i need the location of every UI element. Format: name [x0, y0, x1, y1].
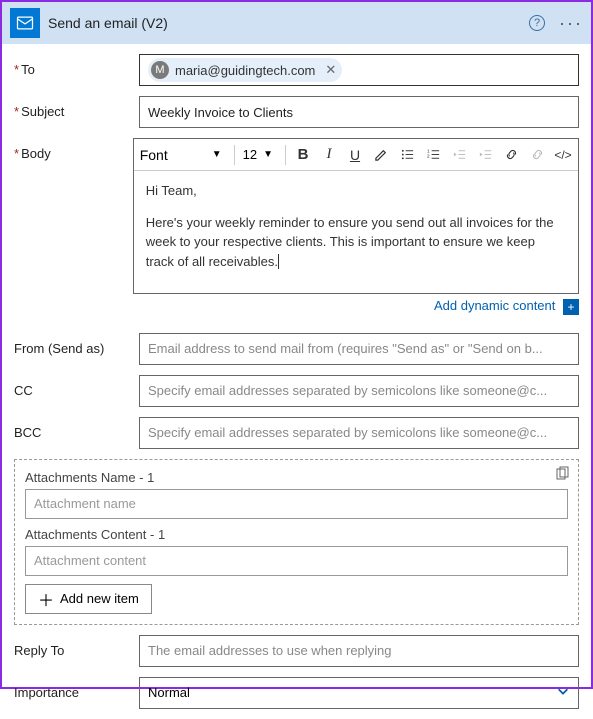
outlook-icon [10, 8, 40, 38]
plus-icon: ＋ [38, 587, 54, 611]
to-label: To [14, 54, 139, 77]
avatar: M [151, 61, 169, 79]
add-new-item-button[interactable]: ＋Add new item [25, 584, 152, 614]
bcc-input[interactable] [139, 417, 579, 449]
rte-toolbar: Font ▼ 12 ▼ B I U 12 </> [134, 139, 578, 171]
code-view-icon[interactable]: </> [552, 143, 574, 167]
unlink-icon[interactable] [526, 143, 548, 167]
chevron-down-icon [556, 684, 570, 701]
cc-label: CC [14, 375, 139, 398]
recipient-chip[interactable]: M maria@guidingtech.com ✕ [148, 58, 342, 82]
add-dynamic-content-link[interactable]: Add dynamic content [434, 298, 555, 313]
card-header: Send an email (V2) ? ··· [2, 2, 591, 44]
card-title: Send an email (V2) [48, 15, 521, 31]
body-editor: Font▼ 12▼ B I U 12 </> H [133, 138, 579, 294]
attachment-content-label: Attachments Content - 1 [25, 527, 568, 542]
cc-input[interactable] [139, 375, 579, 407]
bullet-list-icon[interactable] [396, 143, 418, 167]
importance-select[interactable]: Normal [139, 677, 579, 709]
attachment-name-label: Attachments Name - 1 [25, 470, 568, 485]
svg-text:2: 2 [426, 153, 429, 158]
from-input[interactable] [139, 333, 579, 365]
attachments-section: Attachments Name - 1 Attachments Content… [14, 459, 579, 625]
attachment-name-input[interactable] [25, 489, 568, 519]
switch-array-icon[interactable] [554, 466, 570, 487]
italic-button[interactable]: I [318, 143, 340, 167]
body-label: Body [14, 138, 133, 161]
font-select[interactable]: Font [138, 145, 208, 165]
importance-label: Importance [14, 677, 139, 700]
underline-button[interactable]: U [344, 143, 366, 167]
subject-label: Subject [14, 96, 139, 119]
edit-icon[interactable] [370, 143, 392, 167]
outdent-icon[interactable] [448, 143, 470, 167]
indent-icon[interactable] [474, 143, 496, 167]
link-icon[interactable] [500, 143, 522, 167]
recipient-email: maria@guidingtech.com [175, 63, 315, 78]
font-size-select[interactable]: 12 [241, 147, 259, 162]
attachment-content-input[interactable] [25, 546, 568, 576]
subject-input[interactable] [139, 96, 579, 128]
body-content[interactable]: Hi Team, Here's your weekly reminder to … [134, 171, 578, 293]
number-list-icon[interactable]: 12 [422, 143, 444, 167]
remove-recipient-icon[interactable]: ✕ [325, 62, 336, 78]
to-input[interactable]: M maria@guidingtech.com ✕ [139, 54, 579, 86]
replyto-input[interactable] [139, 635, 579, 667]
replyto-label: Reply To [14, 635, 139, 658]
more-icon[interactable]: ··· [559, 13, 583, 34]
chevron-down-icon[interactable]: ▼ [263, 149, 273, 160]
bold-button[interactable]: B [292, 143, 314, 167]
help-icon[interactable]: ? [529, 15, 545, 31]
chevron-down-icon[interactable]: ▼ [212, 149, 222, 160]
bcc-label: BCC [14, 417, 139, 440]
from-label: From (Send as) [14, 333, 139, 356]
form-body: To M maria@guidingtech.com ✕ Subject Bod… [2, 44, 591, 719]
add-dynamic-content-icon[interactable]: + [563, 299, 579, 315]
